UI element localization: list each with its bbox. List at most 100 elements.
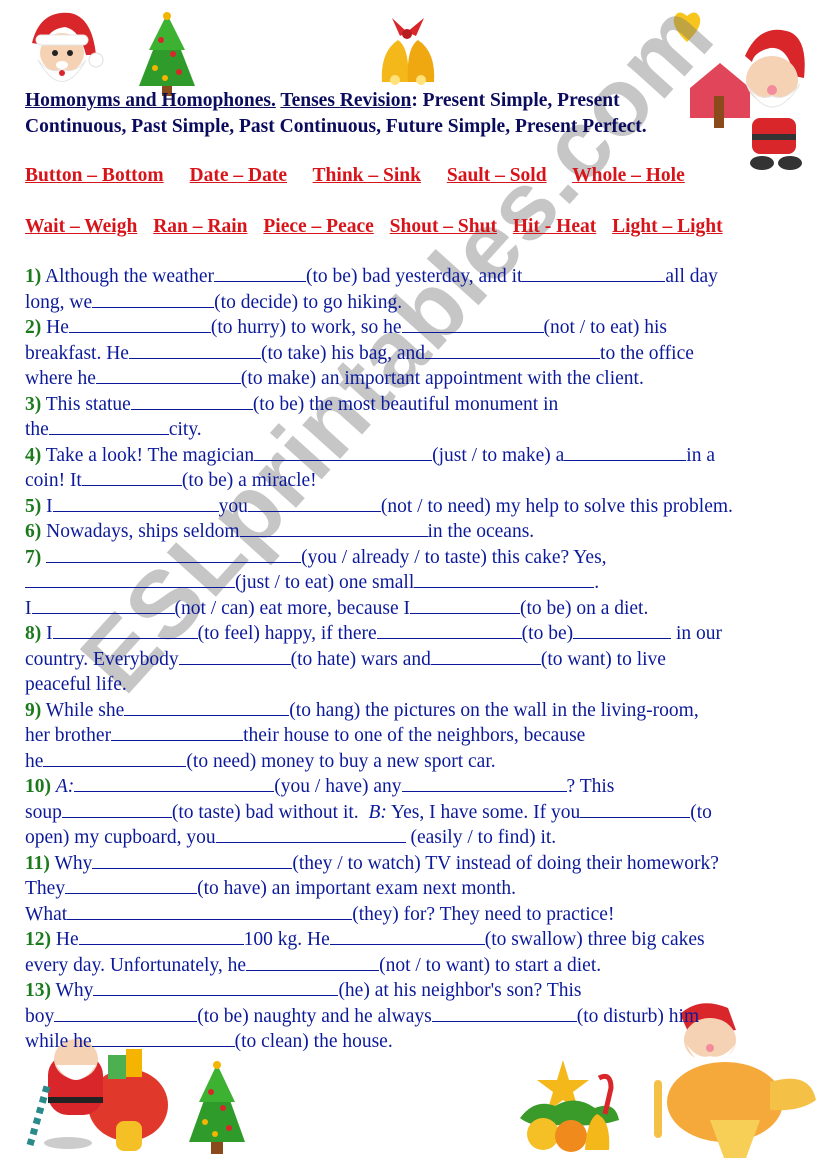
blank[interactable] [93, 978, 339, 996]
blank[interactable] [92, 290, 215, 308]
blank[interactable] [414, 570, 595, 588]
exercise-11-cont: They (to have) an important exam next mon… [25, 876, 815, 902]
exercise-13: 13) Why (he) at his neighbor's son? This [25, 978, 815, 1004]
exercise-number: 9) [25, 699, 42, 721]
exercise-12-cont: every day. Unfortunately, he (not / to wa… [25, 953, 815, 979]
blank[interactable] [580, 800, 691, 818]
text: (to be) [521, 623, 574, 644]
text: (to be) a miracle! [181, 470, 317, 491]
text: (not / can) eat more, because I [174, 597, 411, 619]
exercise-number: 6) [25, 521, 42, 542]
text: (not / to eat) his [543, 317, 667, 338]
exercise-13-cont: boy (to be) naughty and he always (to dist… [25, 1004, 815, 1030]
exercise-10-cont: open) my cupboard, you (easily / to find… [25, 825, 815, 851]
text: (to disturb) him [576, 1005, 700, 1027]
blank[interactable] [46, 545, 302, 563]
exercise-11-cont: What (they) for? They need to practice! [25, 902, 815, 928]
blank[interactable] [31, 596, 175, 614]
blank[interactable] [95, 366, 241, 384]
text: (to decide) to go hiking. [214, 291, 403, 313]
text: he [25, 750, 44, 772]
blank[interactable] [564, 443, 687, 461]
text: city. [168, 419, 202, 440]
blank[interactable] [67, 902, 353, 920]
blank[interactable] [65, 876, 198, 894]
text: I [41, 623, 53, 644]
blank[interactable] [376, 621, 522, 639]
word-pair: Wait – Weigh [25, 216, 138, 237]
blank[interactable] [178, 647, 291, 665]
blank[interactable] [254, 443, 433, 461]
blank[interactable] [329, 927, 485, 945]
blank[interactable] [246, 953, 380, 971]
blank[interactable] [130, 392, 253, 410]
exercise-5: 5) Iyou (not / to need) my help to solve … [25, 494, 815, 520]
blank[interactable] [410, 596, 521, 614]
blank[interactable] [52, 494, 219, 512]
blank[interactable] [431, 1004, 577, 1022]
text: (to have) an important exam next month. [197, 878, 517, 899]
blank[interactable] [247, 494, 381, 512]
text: (to feel) happy, if there [197, 623, 377, 644]
exercise-1: 1) Although the weather (to be) bad yeste… [25, 264, 815, 290]
blank[interactable] [124, 698, 290, 716]
text: (to be) the most beautiful monument in [252, 393, 559, 415]
exercise-number: 8) [25, 623, 42, 644]
blank[interactable] [91, 1029, 235, 1047]
santa-icon [32, 12, 104, 82]
ornaments-icon [520, 1060, 619, 1152]
exercise-1-cont: long, we (to decide) to go hiking. [25, 290, 815, 316]
blank[interactable] [425, 341, 601, 359]
blank[interactable] [92, 851, 293, 869]
exercise-12: 12) He 100 kg. He (to swallow) three big c… [25, 927, 815, 953]
blank[interactable] [78, 927, 244, 945]
word-pair: Ran – Rain [153, 216, 248, 237]
blank[interactable] [48, 417, 169, 435]
blank[interactable] [61, 800, 172, 818]
exercise-number: 5) [25, 495, 42, 517]
blank[interactable] [573, 621, 672, 639]
blank[interactable] [401, 774, 567, 792]
word-pair: Sault – Sold [446, 165, 547, 186]
text: their house to one of the neighbors, bec… [243, 725, 586, 746]
blank[interactable] [430, 647, 541, 665]
text: breakfast. He [25, 342, 129, 364]
text: where he [25, 368, 96, 389]
bells-icon [381, 18, 435, 85]
word-pairs-row-1: Button – Bottom Date – Date Think – Sink… [25, 165, 706, 187]
text: (easily / to find) it. [405, 827, 557, 848]
blank[interactable] [215, 825, 406, 843]
exercise-9-cont: he (to need) money to buy a new sport car… [25, 749, 815, 775]
text: while he [25, 1031, 92, 1052]
blank[interactable] [214, 264, 306, 282]
text: This statue [41, 393, 131, 415]
blank[interactable] [68, 315, 211, 333]
text: in a [686, 444, 715, 466]
text: (you / already / to taste) this cake? Ye… [301, 546, 607, 568]
blank[interactable] [111, 723, 244, 741]
exercise-4-cont: coin! It (to be) a miracle! [25, 468, 815, 494]
text: (to be) bad yesterday, and it [306, 266, 523, 287]
exercise-11: 11) Why (they / to watch) TV instead of d… [25, 851, 815, 877]
exercise-number: 13) [25, 980, 51, 1001]
text: I [41, 495, 53, 517]
exercise-8-cont: country. Everybody (to hate) wars and (to … [25, 647, 815, 673]
exercise-number: 3) [25, 393, 42, 415]
exercise-number: 2) [25, 317, 42, 338]
text: (to hang) the pictures on the wall in th… [289, 699, 699, 721]
text: long, we [25, 291, 93, 313]
text: (just / to eat) one small [235, 572, 415, 593]
text: (to want) to live [540, 648, 666, 670]
blank[interactable] [74, 774, 275, 792]
blank[interactable] [128, 341, 261, 359]
blank[interactable] [522, 264, 666, 282]
blank[interactable] [401, 315, 544, 333]
text: (to taste) bad without it. [171, 801, 369, 823]
blank[interactable] [54, 1004, 198, 1022]
blank[interactable] [25, 570, 235, 588]
text: (not / to need) my help to solve this pr… [380, 495, 733, 517]
blank[interactable] [43, 749, 187, 767]
blank[interactable] [239, 519, 428, 537]
blank[interactable] [52, 621, 198, 639]
blank[interactable] [81, 468, 182, 486]
